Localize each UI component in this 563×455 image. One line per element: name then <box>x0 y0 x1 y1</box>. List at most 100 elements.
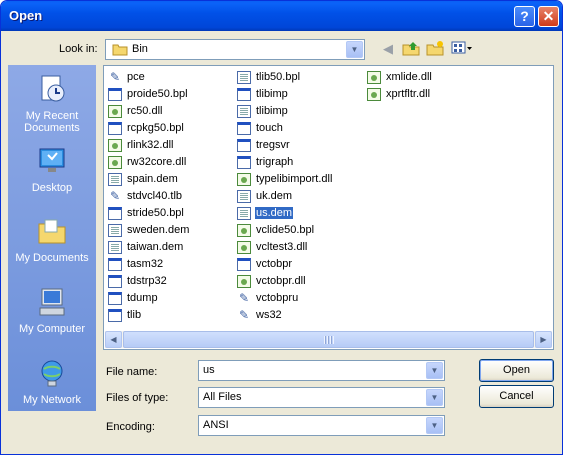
file-name: proide50.bpl <box>127 88 188 100</box>
document-file-icon <box>108 224 122 237</box>
dll-file-icon <box>367 71 381 84</box>
place-my-network[interactable]: My Network <box>8 357 96 406</box>
window-file-icon <box>108 122 122 135</box>
file-name: vcltest3.dll <box>256 241 308 253</box>
file-name: tlib50.bpl <box>256 71 301 83</box>
window-file-icon <box>237 122 251 135</box>
file-name: tdstrp32 <box>127 275 167 287</box>
window-file-icon <box>108 275 122 288</box>
file-name: tlib <box>127 309 142 321</box>
file-name: rlink32.dll <box>127 139 174 151</box>
view-menu-icon[interactable] <box>450 40 474 58</box>
file-name: ws32 <box>256 309 282 321</box>
encoding-select[interactable]: ANSI ▼ <box>198 415 445 436</box>
dll-file-icon <box>237 275 251 288</box>
file-name: tlibimp <box>256 88 288 100</box>
dialog-title: Open <box>9 8 43 23</box>
scrollbar-thumb[interactable] <box>123 331 534 348</box>
chevron-down-icon[interactable]: ▼ <box>346 41 363 58</box>
window-file-icon <box>108 292 122 305</box>
document-file-icon <box>237 71 251 84</box>
files-of-type-select[interactable]: All Files ▼ <box>198 387 445 408</box>
files-of-type-value: All Files <box>203 391 242 403</box>
up-folder-icon[interactable] <box>401 40 421 58</box>
my-documents-icon <box>35 215 69 249</box>
chevron-down-icon[interactable]: ▼ <box>426 362 443 379</box>
window-file-icon <box>108 258 122 271</box>
file-name: tdump <box>127 292 158 304</box>
window-file-icon <box>108 207 122 220</box>
encoding-label: Encoding: <box>106 421 155 433</box>
file-name: stride50.bpl <box>127 207 184 219</box>
look-in-combo[interactable]: Bin ▼ <box>105 39 365 60</box>
places-bar: My Recent Documents Desktop My Documents… <box>8 65 96 411</box>
dll-file-icon <box>367 88 381 101</box>
recent-documents-icon <box>35 73 69 107</box>
scroll-right-icon[interactable]: ▶ <box>535 331 552 348</box>
application-icon: ✎ <box>238 291 250 305</box>
application-icon: ✎ <box>238 308 250 322</box>
file-name: taiwan.dem <box>127 241 184 253</box>
file-name: trigraph <box>256 156 294 168</box>
file-name: typelibimport.dll <box>256 173 333 185</box>
file-list[interactable]: xprtfltr.dll xmlide.dll ✎ ws32 ✎ vctobpru vcto… <box>103 65 554 350</box>
file-name-label: File name: <box>106 366 158 378</box>
file-name: xmlide.dll <box>386 71 432 83</box>
place-my-computer[interactable]: My Computer <box>8 286 96 335</box>
new-folder-icon[interactable] <box>425 40 445 58</box>
file-name: vclide50.bpl <box>256 224 315 236</box>
window-file-icon <box>108 88 122 101</box>
file-name: tasm32 <box>127 258 164 270</box>
file-name: rc50.dll <box>127 105 163 117</box>
close-button[interactable]: ✕ <box>538 6 559 27</box>
scroll-left-icon[interactable]: ◀ <box>105 331 122 348</box>
file-name: vctobpr.dll <box>256 275 306 287</box>
file-name: vctobpru <box>256 292 299 304</box>
file-name: uk.dem <box>256 190 293 202</box>
file-name: touch <box>256 122 283 134</box>
file-name-value: us <box>203 364 215 376</box>
encoding-value: ANSI <box>203 419 229 431</box>
dll-file-icon <box>237 224 251 237</box>
file-name: us.dem <box>255 207 294 219</box>
dll-file-icon <box>237 241 251 254</box>
grip-icon <box>324 336 334 344</box>
document-file-icon <box>108 173 122 186</box>
window-file-icon <box>237 258 251 271</box>
title-bar[interactable]: Open ? ✕ <box>1 1 562 31</box>
folder-icon <box>112 42 128 59</box>
file-name: tregsvr <box>256 139 290 151</box>
look-in-value: Bin <box>132 43 148 55</box>
place-recent-documents[interactable]: My Recent Documents <box>8 73 96 134</box>
file-name: xprtfltr.dll <box>386 88 431 100</box>
window-file-icon <box>237 156 251 169</box>
chevron-down-icon[interactable]: ▼ <box>426 417 443 434</box>
document-file-icon <box>108 241 122 254</box>
dll-file-icon <box>108 105 122 118</box>
place-desktop[interactable]: Desktop <box>8 145 96 194</box>
files-of-type-label: Files of type: <box>106 392 169 404</box>
help-button[interactable]: ? <box>514 6 535 27</box>
cancel-button[interactable]: Cancel <box>479 385 554 408</box>
file-name: spain.dem <box>127 173 178 185</box>
place-my-documents[interactable]: My Documents <box>8 215 96 264</box>
look-in-label: Look in: <box>59 43 98 55</box>
open-dialog: Open ? ✕ Look in: Bin ▼ ◀ My Recent Docu… <box>0 0 563 455</box>
application-icon: ✎ <box>109 189 121 203</box>
horizontal-scrollbar[interactable]: ◀ ▶ <box>105 331 552 348</box>
chevron-down-icon[interactable]: ▼ <box>426 389 443 406</box>
file-name: pce <box>127 71 145 83</box>
dll-file-icon <box>237 173 251 186</box>
file-name: rw32core.dll <box>127 156 187 168</box>
file-name: stdvcl40.tlb <box>127 190 183 202</box>
dll-file-icon <box>108 139 122 152</box>
back-icon[interactable]: ◀ <box>378 40 398 58</box>
window-file-icon <box>237 88 251 101</box>
file-name: tlibimp <box>256 105 288 117</box>
file-name-field[interactable]: us ▼ <box>198 360 445 381</box>
window-file-icon <box>108 309 122 322</box>
document-file-icon <box>237 207 251 220</box>
window-file-icon <box>237 139 251 152</box>
document-file-icon <box>237 190 251 203</box>
open-button[interactable]: Open <box>479 359 554 382</box>
